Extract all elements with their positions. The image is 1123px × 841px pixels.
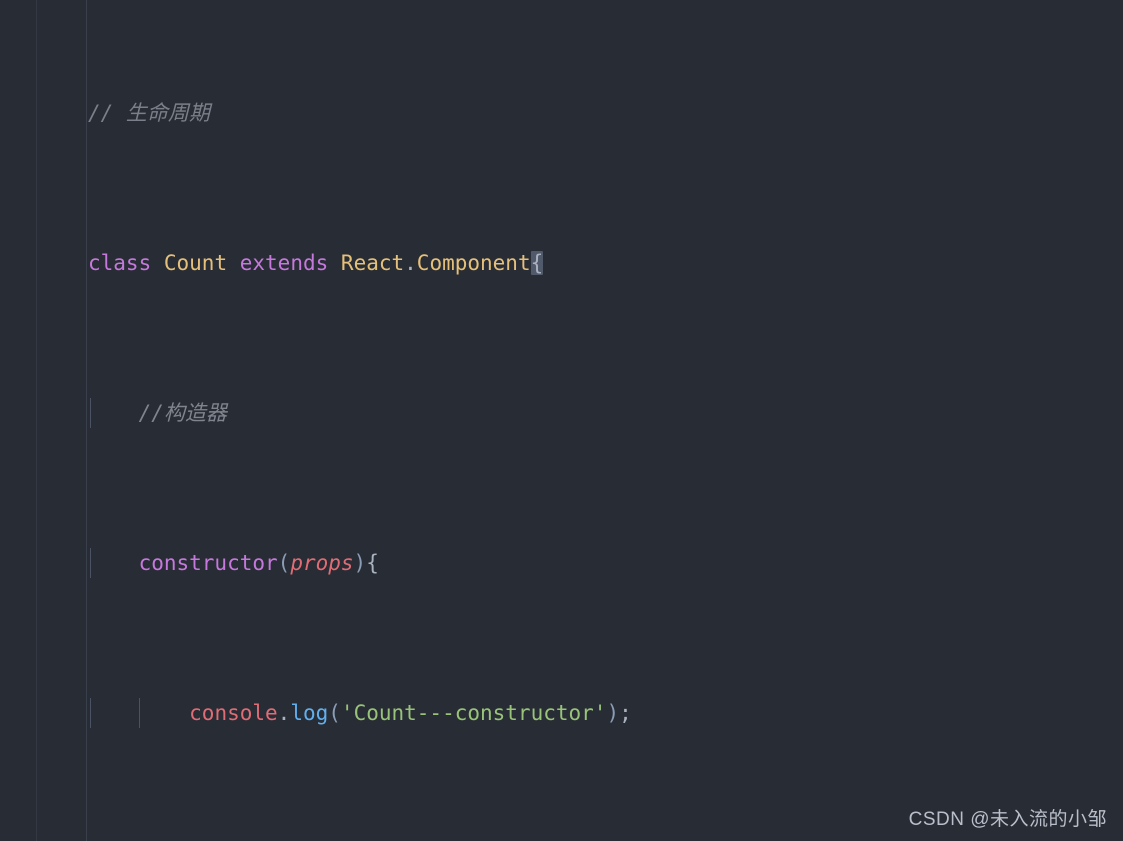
bracket-match-highlight: { [530, 251, 544, 275]
indent-guide [139, 698, 140, 728]
csdn-watermark: CSDN @未入流的小邹 [908, 809, 1107, 830]
code-line[interactable]: class Count extends React.Component{ [88, 248, 1123, 278]
code-editor-window: // 生命周期 class Count extends React.Compon… [0, 0, 1123, 841]
paren: ( [328, 701, 341, 725]
string-literal: 'Count---constructor' [340, 701, 607, 725]
param-props: props [290, 551, 354, 575]
paren: ) [353, 551, 367, 575]
identifier-console: console [189, 701, 278, 725]
code-line[interactable]: constructor(props){ [88, 548, 1123, 578]
dot: . [277, 701, 291, 725]
indent-guide [90, 698, 91, 728]
indent-guide [90, 398, 91, 428]
code-viewport[interactable]: // 生命周期 class Count extends React.Compon… [88, 0, 1123, 841]
paren: ) [606, 701, 620, 725]
comment-token: //构造器 [138, 401, 227, 425]
identifier-react: React [340, 251, 405, 275]
indent-guide [90, 548, 91, 578]
code-line[interactable]: console.log('Count---constructor'); [88, 698, 1123, 728]
editor-overview-strip[interactable] [0, 0, 37, 841]
identifier-component: Component [416, 251, 531, 275]
code-line[interactable]: //构造器 [88, 398, 1123, 428]
dot: . [404, 251, 417, 275]
brace: { [366, 551, 379, 575]
editor-line-number-gutter[interactable] [38, 0, 87, 841]
keyword-class: class [88, 251, 152, 275]
method-constructor: constructor [138, 551, 278, 575]
paren: ( [277, 551, 291, 575]
keyword-extends: extends [239, 251, 329, 275]
code-line[interactable]: // 生命周期 [88, 98, 1123, 128]
semicolon: ; [619, 701, 632, 725]
comment-token: // 生命周期 [88, 101, 210, 125]
method-log: log [290, 701, 329, 725]
code-content[interactable]: // 生命周期 class Count extends React.Compon… [88, 0, 1123, 841]
class-name-count: Count [163, 251, 228, 275]
